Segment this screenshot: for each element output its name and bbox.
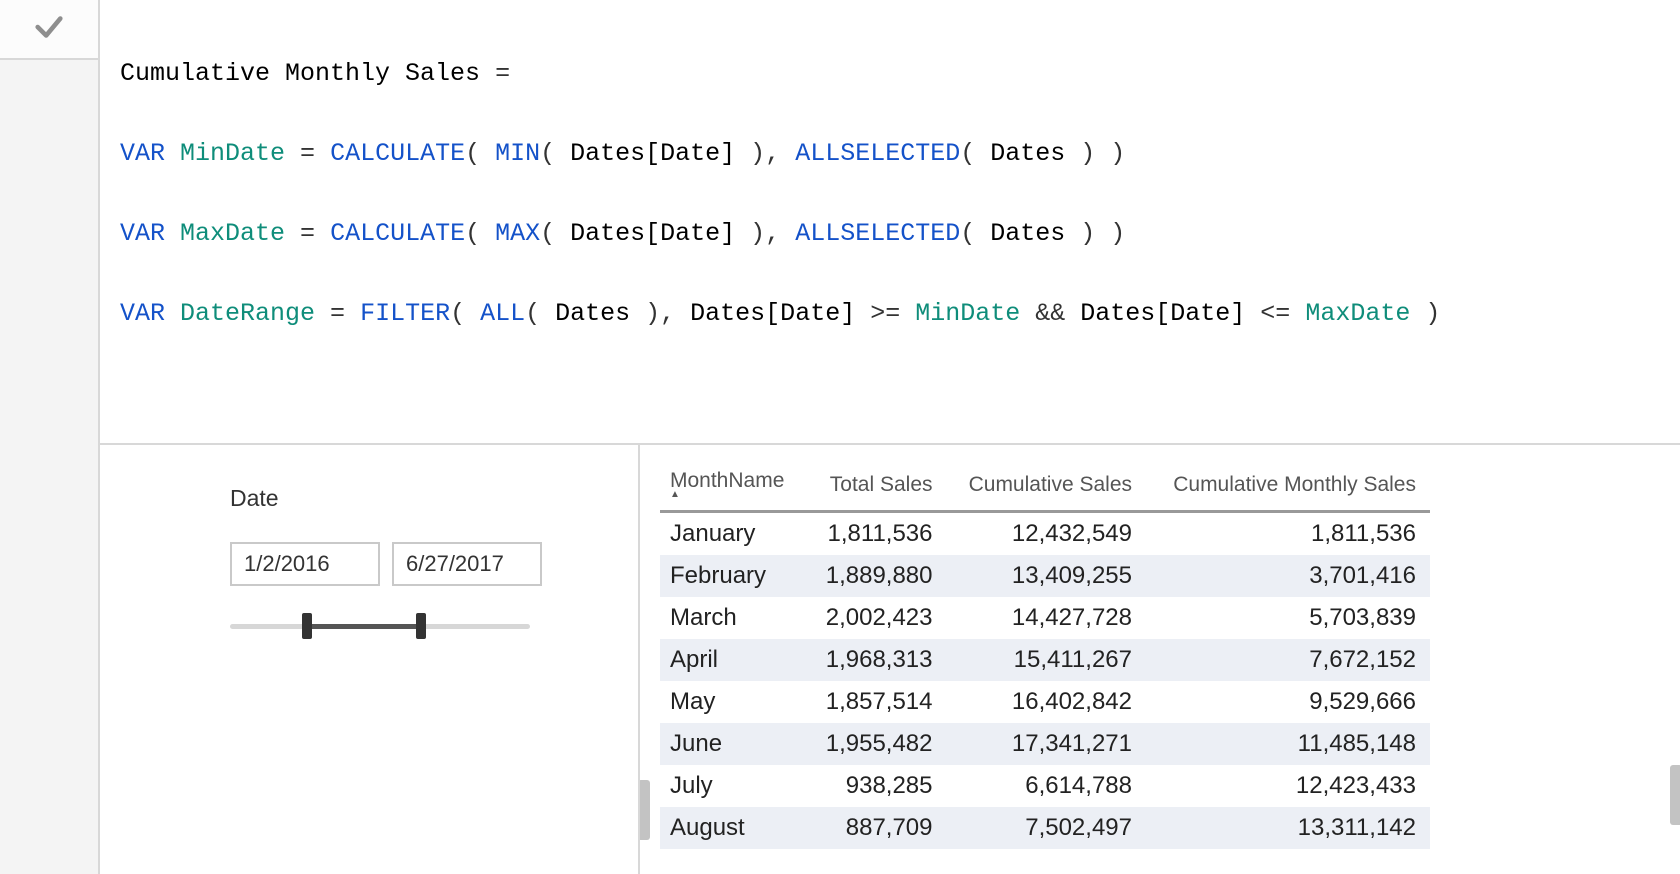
cell-cum_monthly: 12,423,433 xyxy=(1146,765,1430,807)
table-row[interactable]: July938,2856,614,78812,423,433 xyxy=(660,765,1430,807)
measure-name: Cumulative Monthly Sales xyxy=(120,59,480,88)
table-row[interactable]: April1,968,31315,411,2677,672,152 xyxy=(660,639,1430,681)
col-header-total-sales[interactable]: Total Sales xyxy=(807,461,946,512)
cell-total: 938,285 xyxy=(807,765,946,807)
cell-month: June xyxy=(660,723,807,765)
cell-month: April xyxy=(660,639,807,681)
scrollbar-thumb[interactable] xyxy=(640,780,650,840)
cell-total: 1,968,313 xyxy=(807,639,946,681)
cell-month: March xyxy=(660,597,807,639)
cell-total: 1,955,482 xyxy=(807,723,946,765)
cell-month: February xyxy=(660,555,807,597)
col-header-cumulative-sales[interactable]: Cumulative Sales xyxy=(947,461,1146,512)
cell-cum_monthly: 3,701,416 xyxy=(1146,555,1430,597)
table-row[interactable]: August887,7097,502,49713,311,142 xyxy=(660,807,1430,849)
table-row[interactable]: June1,955,48217,341,27111,485,148 xyxy=(660,723,1430,765)
cell-cumulative: 7,502,497 xyxy=(947,807,1146,849)
cell-cumulative: 17,341,271 xyxy=(947,723,1146,765)
cell-month: August xyxy=(660,807,807,849)
cell-month: May xyxy=(660,681,807,723)
date-from-input[interactable]: 1/2/2016 xyxy=(230,542,380,586)
col-header-month[interactable]: MonthName ▲ xyxy=(660,461,807,512)
cell-cumulative: 13,409,255 xyxy=(947,555,1146,597)
cell-cumulative: 14,427,728 xyxy=(947,597,1146,639)
cell-total: 1,811,536 xyxy=(807,512,946,556)
slider-fill xyxy=(304,624,420,629)
slider-handle-start[interactable] xyxy=(302,613,312,639)
cell-cum_monthly: 5,703,839 xyxy=(1146,597,1430,639)
date-slicer[interactable]: Date 1/2/2016 6/27/2017 xyxy=(100,445,640,874)
slider-handle-end[interactable] xyxy=(416,613,426,639)
cell-cumulative: 15,411,267 xyxy=(947,639,1146,681)
cell-cumulative: 6,614,788 xyxy=(947,765,1146,807)
cell-cum_monthly: 13,311,142 xyxy=(1146,807,1430,849)
results-table: MonthName ▲ Total Sales Cumulative Sales… xyxy=(660,461,1430,849)
cell-total: 1,889,880 xyxy=(807,555,946,597)
scrollbar-thumb[interactable] xyxy=(1670,765,1680,825)
cell-month: July xyxy=(660,765,807,807)
cell-cum_monthly: 11,485,148 xyxy=(1146,723,1430,765)
commit-button[interactable] xyxy=(0,0,100,60)
slicer-title: Date xyxy=(230,485,638,512)
check-icon xyxy=(32,10,66,49)
results-table-visual[interactable]: MonthName ▲ Total Sales Cumulative Sales… xyxy=(640,445,1680,874)
col-header-cum-monthly-sales[interactable]: Cumulative Monthly Sales xyxy=(1146,461,1430,512)
table-row[interactable]: February1,889,88013,409,2553,701,416 xyxy=(660,555,1430,597)
cell-total: 887,709 xyxy=(807,807,946,849)
left-gutter xyxy=(0,60,100,874)
cell-month: January xyxy=(660,512,807,556)
table-row[interactable]: May1,857,51416,402,8429,529,666 xyxy=(660,681,1430,723)
formula-editor[interactable]: Cumulative Monthly Sales = VAR MinDate =… xyxy=(100,0,1680,445)
cell-cumulative: 12,432,549 xyxy=(947,512,1146,556)
table-row[interactable]: March2,002,42314,427,7285,703,839 xyxy=(660,597,1430,639)
cell-total: 2,002,423 xyxy=(807,597,946,639)
table-row[interactable]: January1,811,53612,432,5491,811,536 xyxy=(660,512,1430,556)
cell-cum_monthly: 1,811,536 xyxy=(1146,512,1430,556)
cell-total: 1,857,514 xyxy=(807,681,946,723)
cell-cumulative: 16,402,842 xyxy=(947,681,1146,723)
date-to-input[interactable]: 6/27/2017 xyxy=(392,542,542,586)
cell-cum_monthly: 7,672,152 xyxy=(1146,639,1430,681)
cell-cum_monthly: 9,529,666 xyxy=(1146,681,1430,723)
date-range-slider[interactable] xyxy=(230,612,530,642)
